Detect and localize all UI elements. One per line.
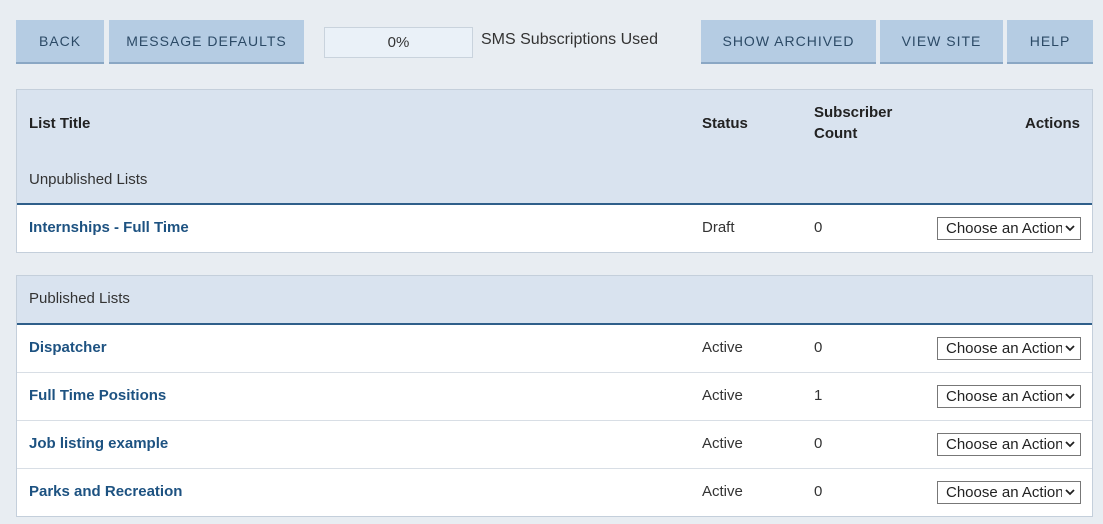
column-header-count-line1: Subscriber (814, 104, 893, 121)
table-row: Dispatcher Active 0 Choose an Action (17, 325, 1092, 373)
message-defaults-button[interactable]: MESSAGE DEFAULTS (109, 20, 304, 64)
list-status: Active (702, 435, 743, 452)
published-lists-label: Published Lists (29, 290, 130, 307)
unpublished-rows: Internships - Full Time Draft 0 Choose a… (17, 205, 1092, 252)
subscriber-count: 0 (814, 339, 823, 356)
table-header: List Title Status Subscriber Count Actio… (17, 90, 1092, 205)
published-lists-panel: Published Lists Dispatcher Active 0 Choo… (16, 275, 1093, 517)
action-select-value: Choose an Action (946, 484, 1062, 501)
column-header-status: Status (702, 115, 748, 132)
list-title-link[interactable]: Dispatcher (29, 339, 107, 356)
chevron-down-icon (1065, 345, 1075, 352)
action-select[interactable]: Choose an Action (937, 217, 1081, 240)
chevron-down-icon (1065, 225, 1075, 232)
subscriber-count: 0 (814, 219, 823, 236)
subscriber-count: 0 (814, 435, 823, 452)
sms-usage-label: SMS Subscriptions Used (481, 31, 658, 48)
sms-usage-progress: 0% (324, 27, 473, 58)
action-select[interactable]: Choose an Action (937, 433, 1081, 456)
subscriber-count: 1 (814, 387, 823, 404)
sms-usage-value: 0% (387, 34, 410, 51)
list-status: Draft (702, 219, 735, 236)
unpublished-lists-panel: List Title Status Subscriber Count Actio… (16, 89, 1093, 253)
table-row: Job listing example Active 0 Choose an A… (17, 421, 1092, 469)
view-site-button[interactable]: VIEW SITE (880, 20, 1003, 64)
list-status: Active (702, 339, 743, 356)
action-select[interactable]: Choose an Action (937, 481, 1081, 504)
action-select[interactable]: Choose an Action (937, 337, 1081, 360)
list-status: Active (702, 483, 743, 500)
list-title-link[interactable]: Internships - Full Time (29, 219, 189, 236)
action-select-value: Choose an Action (946, 340, 1062, 357)
unpublished-lists-label: Unpublished Lists (29, 171, 148, 188)
published-rows: Dispatcher Active 0 Choose an Action Ful… (17, 325, 1092, 516)
table-row: Full Time Positions Active 1 Choose an A… (17, 373, 1092, 421)
chevron-down-icon (1065, 489, 1075, 496)
help-button[interactable]: HELP (1007, 20, 1093, 64)
action-select[interactable]: Choose an Action (937, 385, 1081, 408)
published-group-header: Published Lists (17, 276, 1092, 325)
action-select-value: Choose an Action (946, 436, 1062, 453)
column-header-actions: Actions (1024, 115, 1080, 132)
list-title-link[interactable]: Job listing example (29, 435, 168, 452)
chevron-down-icon (1065, 393, 1075, 400)
list-title-link[interactable]: Full Time Positions (29, 387, 166, 404)
column-header-title: List Title (29, 115, 91, 132)
back-button[interactable]: BACK (16, 20, 104, 64)
subscriber-count: 0 (814, 483, 823, 500)
column-header-count-line2: Count (814, 125, 858, 142)
action-select-value: Choose an Action (946, 220, 1062, 237)
show-archived-button[interactable]: SHOW ARCHIVED (701, 20, 876, 64)
list-status: Active (702, 387, 743, 404)
action-select-value: Choose an Action (946, 388, 1062, 405)
list-title-link[interactable]: Parks and Recreation (29, 483, 182, 500)
table-row: Internships - Full Time Draft 0 Choose a… (17, 205, 1092, 252)
table-row: Parks and Recreation Active 0 Choose an … (17, 469, 1092, 516)
chevron-down-icon (1065, 441, 1075, 448)
